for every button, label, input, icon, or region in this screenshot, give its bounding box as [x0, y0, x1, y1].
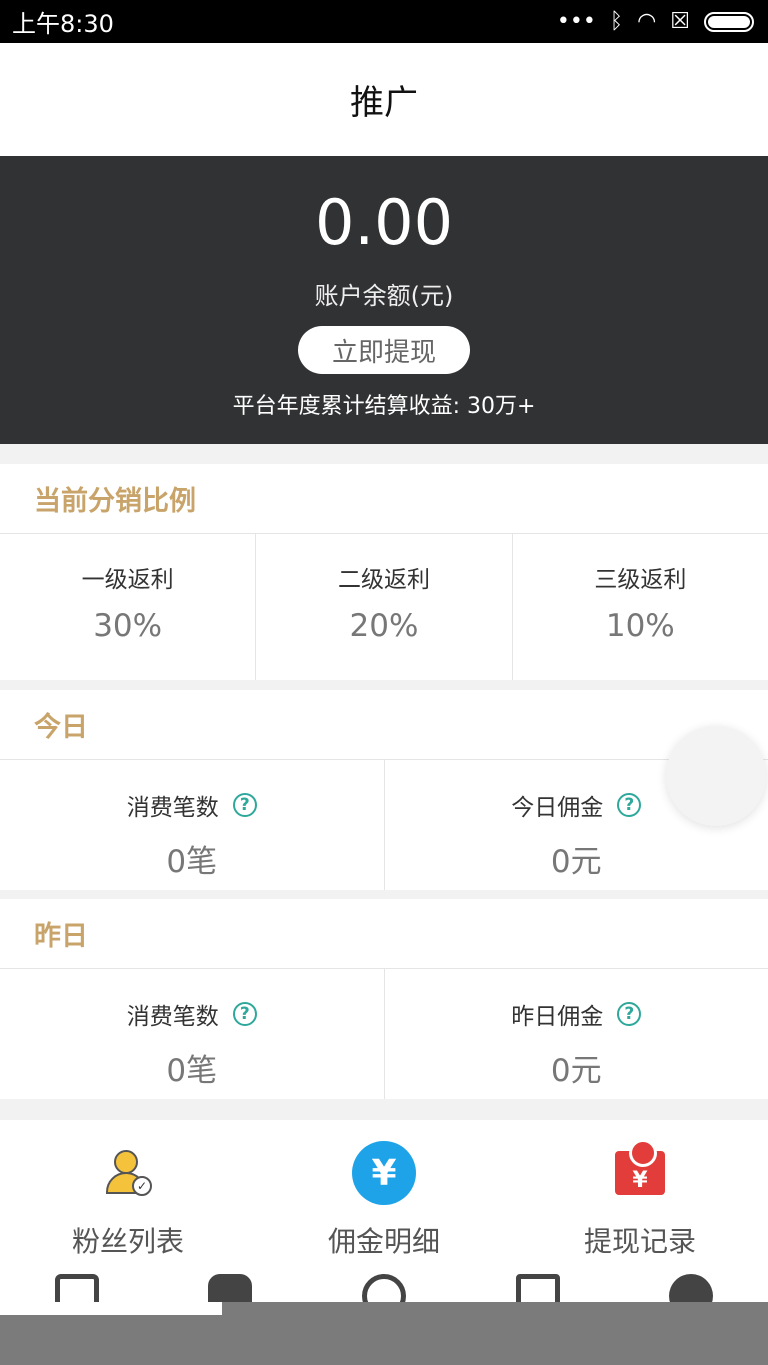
rebate-level-3: 三级返利 10%	[513, 534, 768, 680]
rebate-level-1: 一级返利 30%	[0, 534, 257, 680]
section-title: 今日	[0, 690, 768, 760]
cell-label: 三级返利	[594, 567, 687, 593]
fans-list-icon: ✓	[95, 1140, 161, 1206]
nav-bar-edge	[0, 1302, 222, 1315]
balance-panel: 0.00 账户余额(元) 立即提现 平台年度累计结算收益: 30万+	[0, 156, 768, 444]
today-count-cell: 消费笔数 ? 0笔	[0, 760, 385, 890]
balance-label: 账户余额(元)	[314, 282, 454, 310]
section-title: 当前分销比例	[0, 464, 768, 534]
status-time: 上午8:30	[12, 10, 114, 38]
action-label: 佣金明细	[327, 1225, 440, 1258]
cell-value: 0元	[550, 1053, 602, 1089]
action-label: 粉丝列表	[71, 1225, 184, 1258]
yesterday-section: 昨日 消费笔数 ? 0笔 昨日佣金 ? 0元	[0, 899, 768, 1099]
help-icon[interactable]: ?	[232, 793, 257, 817]
cell-label: 今日佣金	[511, 795, 604, 821]
withdraw-record-icon: ¥	[607, 1139, 673, 1206]
help-icon[interactable]: ?	[617, 793, 642, 817]
cell-value: 20%	[349, 608, 419, 644]
action-label: 提现记录	[583, 1225, 696, 1258]
status-bar: 上午8:30 ••• ᛒ ◠ ☒	[0, 0, 768, 43]
floating-button[interactable]	[666, 726, 766, 826]
cell-label: 一级返利	[81, 567, 174, 593]
commission-detail-button[interactable]: ¥ 佣金明细	[256, 1120, 512, 1270]
cell-value: 0笔	[166, 844, 218, 880]
help-icon[interactable]: ?	[232, 1002, 257, 1026]
distribution-section: 当前分销比例 一级返利 30% 二级返利 20% 三级返利 10%	[0, 464, 768, 680]
header: 推广	[0, 43, 768, 156]
fans-list-button[interactable]: ✓ 粉丝列表	[0, 1120, 256, 1270]
cell-value: 10%	[605, 608, 675, 644]
today-section: 今日 消费笔数 ? 0笔 今日佣金 ? 0元	[0, 690, 768, 890]
withdraw-button[interactable]: 立即提现	[298, 326, 470, 374]
cell-value: 0元	[550, 844, 602, 880]
section-title: 昨日	[0, 899, 768, 969]
cell-label: 消费笔数	[126, 1004, 219, 1030]
cell-value: 30%	[93, 608, 163, 644]
yen-icon: ¥	[351, 1140, 417, 1206]
yesterday-count-cell: 消费笔数 ? 0笔	[0, 969, 385, 1099]
help-icon[interactable]: ?	[617, 1002, 642, 1026]
action-row: ✓ 粉丝列表 ¥ 佣金明细 ¥ 提现记录	[0, 1120, 768, 1270]
wifi-icon: ◠	[637, 9, 657, 34]
battery-icon	[704, 11, 754, 32]
status-icons: ••• ᛒ ◠ ☒	[557, 9, 754, 34]
platform-earnings-text: 平台年度累计结算收益: 30万+	[232, 394, 536, 419]
withdraw-record-button[interactable]: ¥ 提现记录	[512, 1120, 768, 1270]
bluetooth-icon: ᛒ	[609, 9, 624, 34]
rebate-level-2: 二级返利 20%	[256, 534, 513, 680]
dots-icon: •••	[556, 9, 596, 34]
page-title: 推广	[350, 83, 418, 123]
yesterday-commission-cell: 昨日佣金 ? 0元	[385, 969, 768, 1099]
sim-x-icon: ☒	[670, 9, 690, 34]
cell-label: 消费笔数	[126, 795, 219, 821]
balance-amount: 0.00	[314, 186, 454, 259]
cell-label: 昨日佣金	[511, 1004, 604, 1030]
cell-value: 0笔	[166, 1053, 218, 1089]
cell-label: 二级返利	[337, 567, 430, 593]
